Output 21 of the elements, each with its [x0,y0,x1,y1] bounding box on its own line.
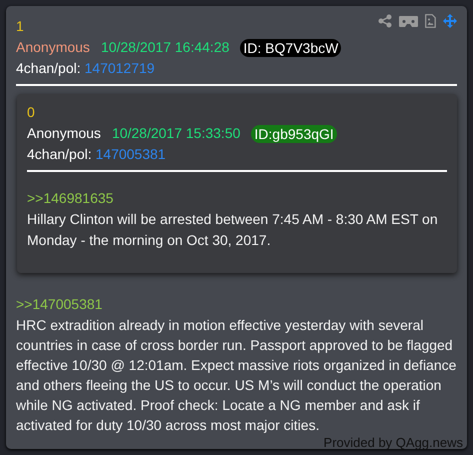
reply-link[interactable]: >>146981635 [27,190,114,206]
author-name: Anonymous [16,38,90,57]
author-name: Anonymous [27,124,101,143]
post-link[interactable]: 147012719 [84,60,155,76]
post-timestamp: 10/28/2017 15:33:50 [112,124,240,143]
attribution-text: Provided by QAgg.news [324,436,463,449]
post-number: 0 [27,104,35,120]
poster-id: ID: BQ7V3bcW [240,38,342,56]
board-label: 4chan/pol: [16,60,81,76]
post-timestamp: 10/28/2017 16:44:28 [100,38,230,57]
poster-id: ID:gb953qGI [251,124,337,142]
reply-link[interactable]: >>147005381 [16,296,102,312]
post-body: Hillary Clinton will be arrested between 7:45 AM - 8:30 AM EST on Monday - the morning on Oct 30, 2017. [27,210,439,250]
move-icon[interactable] [443,14,457,28]
post-number: 1 [16,18,24,34]
post-body: HRC extradition already in motion effective yesterday with several countries in case of cross border run. Passport approved to be flagged effective 10/30 @ 12:01am. Expect massive riots organized in defiance and others fleeing the US to occur. US M’s will conduct the operation while NG activated. Proof check: Locate a NG member and ask if activated for duty 10/30 across most major cities. [16,316,457,435]
board-label: 4chan/pol: [27,146,92,162]
post-link[interactable]: 147005381 [96,146,166,162]
vr-headset-icon[interactable] [399,16,418,26]
document-icon[interactable] [425,14,436,28]
share-icon[interactable] [378,14,392,28]
